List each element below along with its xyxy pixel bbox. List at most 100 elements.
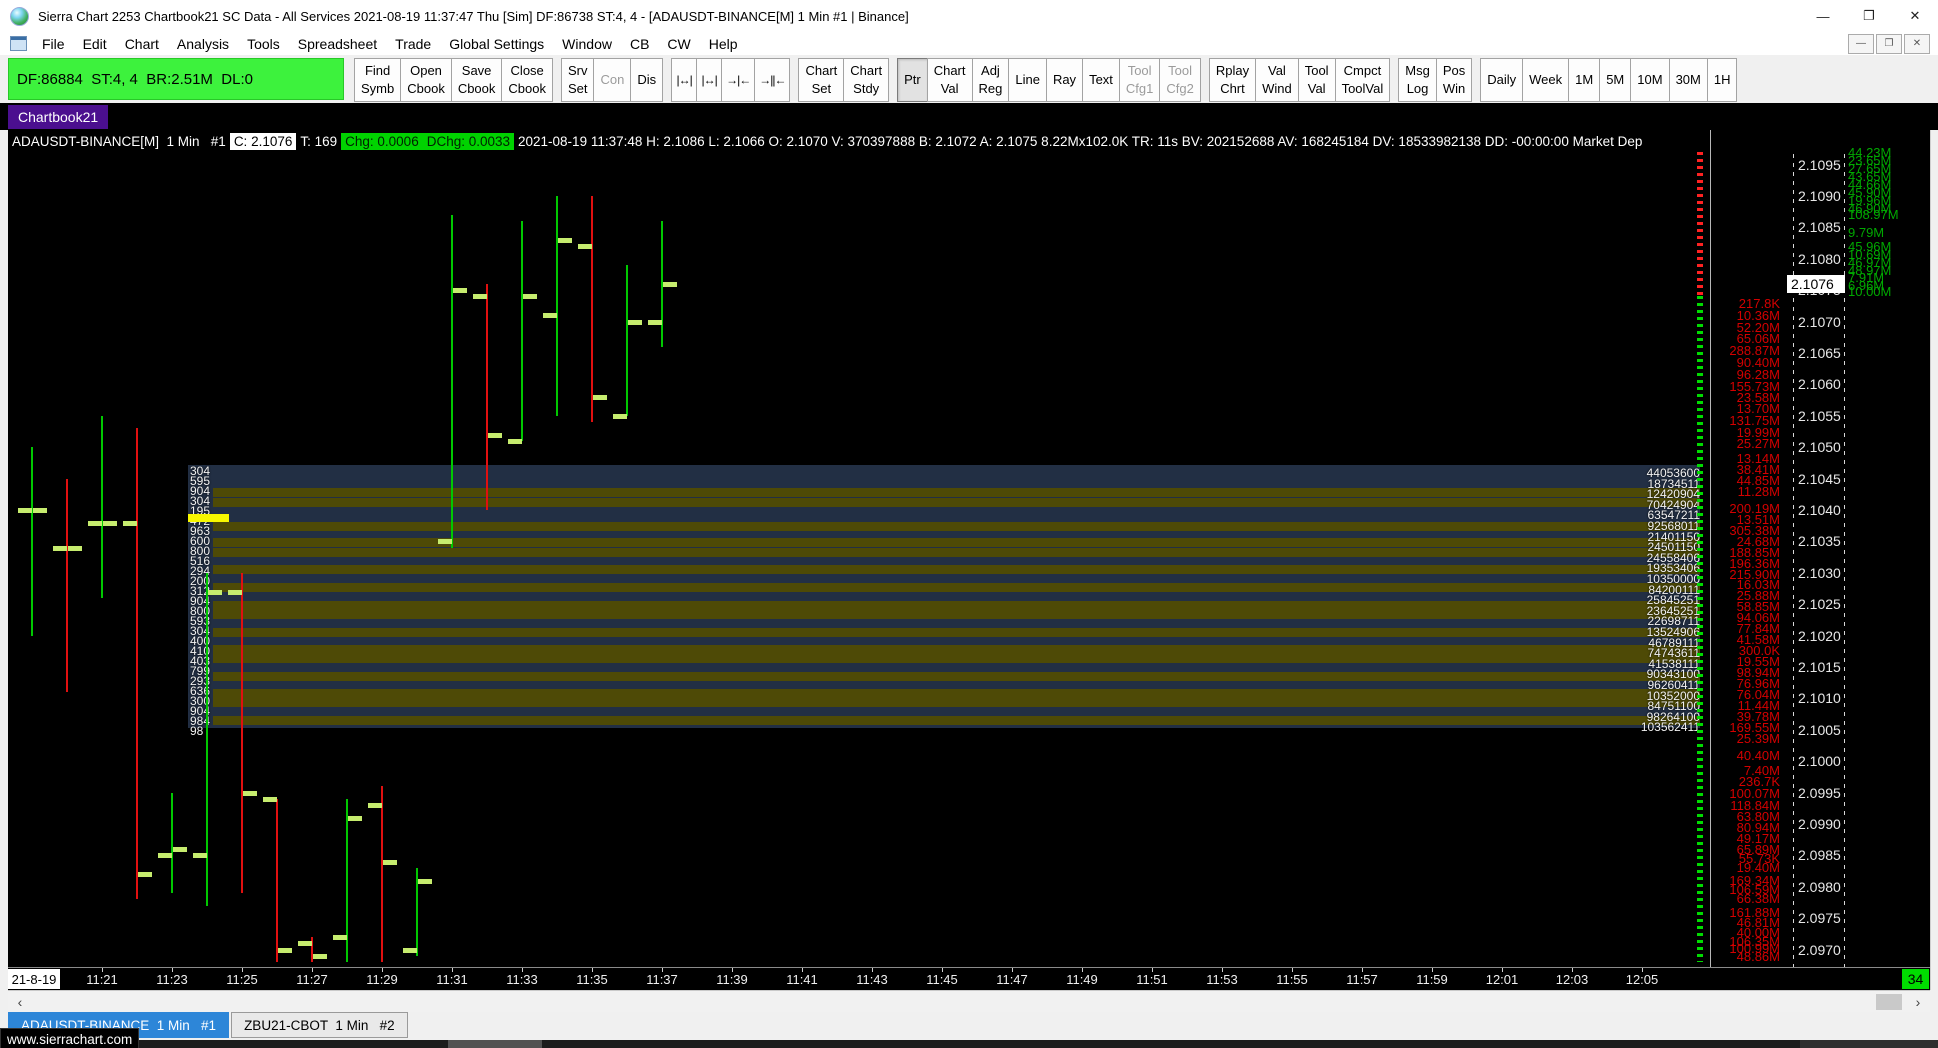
- mdi-close-button[interactable]: ✕: [1904, 33, 1930, 54]
- menu-global-settings[interactable]: Global Settings: [440, 35, 553, 53]
- open-tick: [298, 941, 312, 947]
- depth-band-stripe: [213, 628, 1700, 637]
- tool-cfg2-button[interactable]: Tool Cfg2: [1159, 58, 1201, 102]
- price-scale-label: 2.0975: [1798, 910, 1841, 927]
- menu-window[interactable]: Window: [553, 35, 621, 53]
- depth-band-stripe: [213, 672, 1700, 681]
- scroll-thumb[interactable]: [1876, 994, 1902, 1010]
- close-cbook-button[interactable]: Close Cbook: [501, 58, 553, 102]
- menu-analysis[interactable]: Analysis: [168, 35, 238, 53]
- ohlc-bar: [136, 428, 138, 900]
- menu-chart[interactable]: Chart: [116, 35, 168, 53]
- open-tick: [333, 935, 347, 941]
- close-tick: [663, 281, 677, 287]
- time-axis-tick: [942, 968, 943, 972]
- chart-header-last: C: 2.1076: [229, 132, 297, 150]
- price-scale-label: 2.1030: [1798, 564, 1841, 581]
- time-axis-label: 12:03: [1555, 972, 1589, 987]
- ohlc-bar: [521, 221, 523, 441]
- menu-trade[interactable]: Trade: [386, 35, 440, 53]
- price-scale-label: 2.1035: [1798, 533, 1841, 550]
- open-tick: [228, 589, 242, 595]
- price-scale-label: 2.1040: [1798, 502, 1841, 518]
- open-tick: [53, 545, 67, 551]
- line-button[interactable]: Line: [1008, 58, 1047, 102]
- mdi-restore-button[interactable]: ❐: [1876, 33, 1902, 54]
- menu-spreadsheet[interactable]: Spreadsheet: [289, 35, 386, 53]
- chart-val-button[interactable]: Chart Val: [926, 58, 973, 102]
- tool-val-button[interactable]: Tool Val: [1297, 58, 1336, 102]
- scroll-left-arrow-icon[interactable]: ‹: [10, 991, 30, 1013]
- increase-bar-spacing-icon[interactable]: |↔|: [671, 58, 698, 102]
- open-tick: [543, 313, 557, 319]
- ohlc-bar: [486, 283, 488, 510]
- cmpct-toolval-button[interactable]: Cmpct ToolVal: [1334, 58, 1391, 102]
- maximize-button[interactable]: ❐: [1846, 0, 1892, 32]
- time-axis-label: 11:49: [1066, 972, 1098, 987]
- time-axis-tick: [452, 968, 453, 972]
- chart-panel[interactable]: ADAUSDT-BINANCE[M] 1 Min #1 C: 2.1076 T:…: [8, 130, 1931, 990]
- 10m-button[interactable]: 10M: [1630, 58, 1670, 102]
- document-icon[interactable]: [10, 36, 27, 51]
- chart-stdy-button[interactable]: Chart Stdy: [843, 58, 890, 102]
- menu-tools[interactable]: Tools: [238, 35, 289, 53]
- time-axis-tick: [872, 968, 873, 972]
- con-button[interactable]: Con: [593, 58, 632, 102]
- msg-log-button[interactable]: Msg Log: [1398, 58, 1437, 102]
- compress-chart-icon[interactable]: →|←: [721, 58, 756, 102]
- time-axis-tick: [1222, 968, 1223, 972]
- tool-cfg1-button[interactable]: Tool Cfg1: [1118, 58, 1161, 102]
- menu-cw[interactable]: CW: [658, 35, 699, 53]
- menubar: File Edit Chart Analysis Tools Spreadsheet Tra…: [0, 32, 1938, 55]
- chartbook-tab[interactable]: Chartbook21: [8, 105, 109, 129]
- depth-value-below: 40.40M: [1736, 748, 1780, 763]
- find-symb-button[interactable]: Find Symb: [354, 58, 402, 102]
- ptr-button[interactable]: Ptr: [897, 58, 928, 102]
- 5m-button[interactable]: 5M: [1599, 58, 1632, 102]
- srv-set-button[interactable]: Srv Set: [560, 58, 595, 102]
- mdi-minimize-button[interactable]: —: [1848, 33, 1874, 54]
- time-axis-tick: [1362, 968, 1363, 972]
- menu-edit[interactable]: Edit: [74, 35, 116, 53]
- time-axis[interactable]: 21-8-19 34 11:21 11:23 11:25 11:27 11:29 11:3…: [8, 967, 1930, 990]
- minimize-button[interactable]: —: [1800, 0, 1846, 32]
- rplay-chrt-button[interactable]: Rplay Chrt: [1208, 58, 1257, 102]
- pos-win-button[interactable]: Pos Win: [1435, 58, 1473, 102]
- close-button[interactable]: ✕: [1892, 0, 1938, 32]
- bar-count-badge: 34: [1902, 969, 1929, 989]
- open-tick: [578, 244, 592, 250]
- ohlc-bar: [276, 798, 278, 963]
- expand-chart-icon[interactable]: →||←: [754, 58, 791, 102]
- date-box: 21-8-19: [8, 969, 60, 989]
- save-cbook-button[interactable]: Save Cbook: [450, 58, 503, 102]
- ohlc-bar: [31, 447, 33, 636]
- tab-zbu21-cbot[interactable]: ZBU21-CBOT 1 Min #2: [231, 1012, 408, 1038]
- text-button[interactable]: Text: [1082, 58, 1120, 102]
- close-tick: [313, 953, 327, 959]
- chart-scrollbar[interactable]: ‹ ›: [8, 990, 1930, 1013]
- val-wind-button[interactable]: Val Wind: [1255, 58, 1299, 102]
- daily-button[interactable]: Daily: [1480, 58, 1524, 102]
- time-axis-label: 11:23: [156, 972, 188, 987]
- price-scale-label: 2.1005: [1798, 721, 1841, 738]
- 1h-button[interactable]: 1H: [1706, 58, 1738, 102]
- chart-set-button[interactable]: Chart Set: [798, 58, 845, 102]
- price-scale-label: 2.1015: [1798, 659, 1841, 675]
- open-cbook-button[interactable]: Open Cbook: [400, 58, 452, 102]
- menu-file[interactable]: File: [33, 35, 74, 53]
- time-axis-tick: [1572, 968, 1573, 972]
- week-button[interactable]: Week: [1522, 58, 1570, 102]
- time-axis-label: 11:21: [86, 972, 118, 987]
- depth-band-stripe: [213, 548, 1700, 557]
- 1m-button[interactable]: 1M: [1568, 58, 1601, 102]
- adj-reg-button[interactable]: Adj Reg: [971, 58, 1010, 102]
- time-axis-label: 11:43: [856, 972, 888, 987]
- ray-button[interactable]: Ray: [1045, 58, 1084, 102]
- decrease-bar-spacing-icon[interactable]: |↔|: [696, 58, 723, 102]
- menu-cb[interactable]: CB: [621, 35, 658, 53]
- time-axis-tick: [172, 968, 173, 972]
- scroll-right-arrow-icon[interactable]: ›: [1908, 991, 1928, 1013]
- 30m-button[interactable]: 30M: [1668, 58, 1708, 102]
- menu-help[interactable]: Help: [700, 35, 747, 53]
- dis-button[interactable]: Dis: [630, 58, 664, 102]
